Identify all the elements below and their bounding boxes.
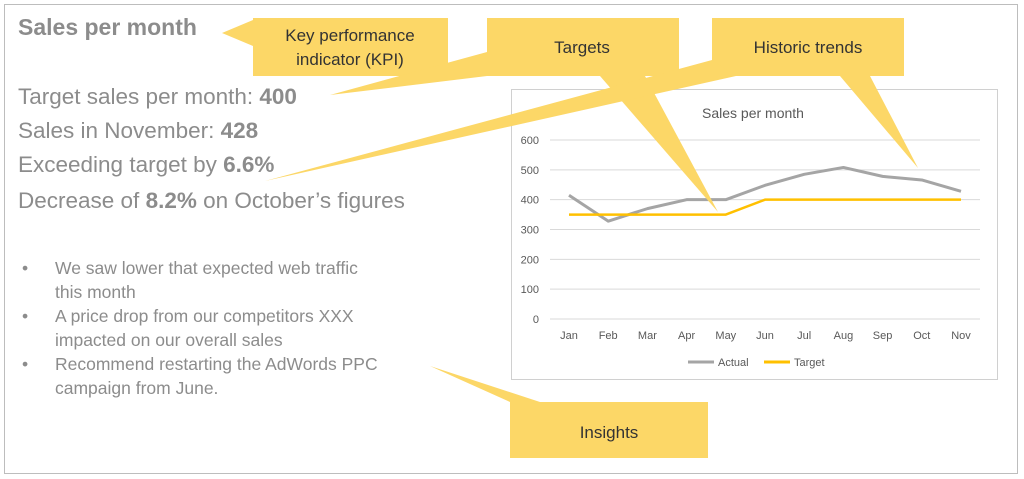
- callout-kpi-line2: indicator (KPI): [296, 50, 404, 69]
- callout-insights-label: Insights: [580, 423, 639, 442]
- callout-kpi-line1: Key performance: [285, 26, 414, 45]
- callouts-layer: Key performance indicator (KPI) Targets …: [222, 18, 918, 458]
- callout-kpi: Key performance indicator (KPI): [222, 18, 448, 76]
- callout-insights: Insights: [430, 366, 708, 458]
- callout-historic-label: Historic trends: [754, 38, 863, 57]
- callout-targets-label: Targets: [554, 38, 610, 57]
